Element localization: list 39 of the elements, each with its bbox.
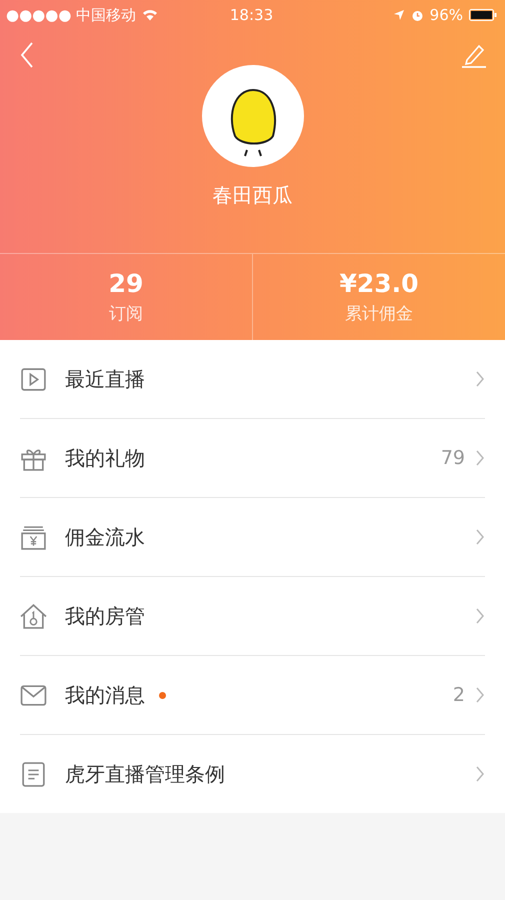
- carrier-text: ●●●●● 中国移动: [6, 6, 136, 24]
- menu-label: 虎牙直播管理条例: [65, 760, 225, 788]
- chevron-right-icon: [475, 450, 485, 466]
- menu-item[interactable]: 虎牙直播管理条例: [20, 735, 485, 813]
- user-name: 春田西瓜: [212, 182, 292, 209]
- chevron-right-icon: [475, 608, 485, 624]
- item-count: 2: [452, 684, 465, 706]
- stat-value: 29: [108, 269, 144, 298]
- battery-percent: 96%: [430, 6, 464, 24]
- item-count: 79: [440, 447, 465, 469]
- menu-item[interactable]: 最近直播: [20, 340, 485, 419]
- menu-label: 最近直播: [65, 366, 145, 392]
- chevron-right-icon: [475, 687, 485, 703]
- chevron-right-icon: [475, 529, 485, 545]
- stat-label: 累计佣金: [345, 303, 413, 325]
- play-icon: [20, 366, 47, 392]
- alarm-icon: [410, 8, 424, 22]
- stat-value: ¥23.0: [339, 269, 419, 298]
- money-box-icon: [20, 524, 47, 550]
- menu-label: 我的礼物: [65, 444, 145, 472]
- location-icon: [392, 9, 405, 21]
- clock-time: 18:33: [230, 6, 274, 24]
- menu-label: 我的消息: [65, 682, 145, 708]
- menu-label: 我的房管: [65, 602, 145, 630]
- house-icon: [20, 602, 47, 630]
- document-icon: [20, 760, 47, 788]
- battery-icon: [469, 9, 498, 21]
- chevron-right-icon: [475, 766, 485, 782]
- menu-item[interactable]: 佣金流水: [20, 498, 485, 577]
- wifi-icon: [142, 9, 158, 21]
- menu-item[interactable]: 我的消息 2: [20, 656, 485, 735]
- chevron-right-icon: [475, 371, 485, 387]
- back-icon[interactable]: [20, 42, 34, 68]
- edit-icon[interactable]: [461, 42, 487, 68]
- menu-item[interactable]: 我的礼物 79: [20, 419, 485, 498]
- menu-label: 佣金流水: [65, 524, 145, 550]
- avatar[interactable]: [200, 64, 304, 168]
- menu-item[interactable]: 我的房管: [20, 577, 485, 656]
- stat-label: 订阅: [109, 303, 143, 325]
